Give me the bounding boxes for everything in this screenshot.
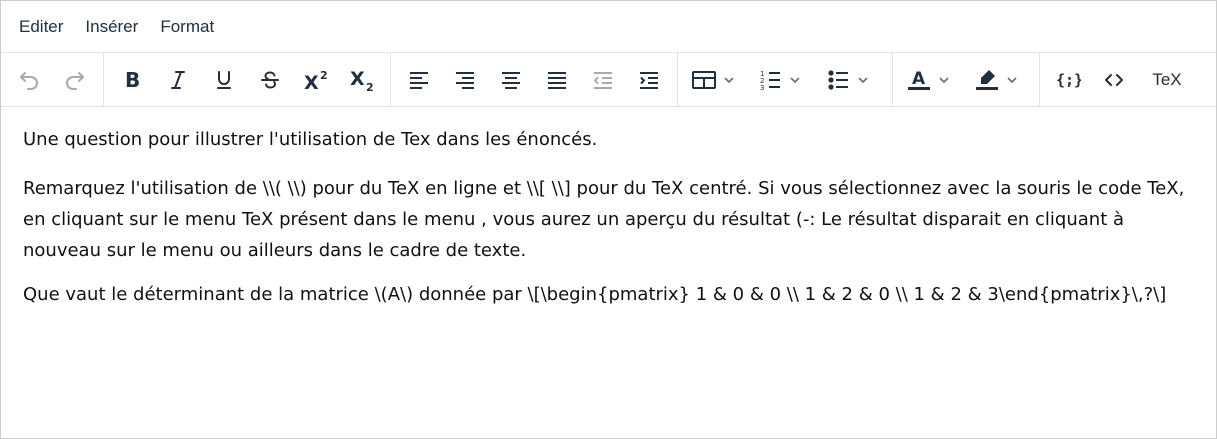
subscript-button[interactable]: X2	[341, 60, 383, 100]
text-color-button[interactable]: A	[900, 60, 964, 100]
menubar: Editer Insérer Format	[1, 1, 1216, 53]
align-justify-button[interactable]	[536, 60, 578, 100]
svg-text:A: A	[912, 69, 926, 89]
svg-text:2: 2	[366, 81, 374, 92]
bold-button[interactable]: B	[111, 60, 153, 100]
superscript-button[interactable]: X2	[295, 60, 337, 100]
editor-content[interactable]: Une question pour illustrer l'utilisatio…	[1, 107, 1216, 343]
chevron-down-icon	[939, 76, 949, 83]
menu-inserer[interactable]: Insérer	[75, 11, 148, 43]
paragraph: Que vaut le déterminant de la matrice \(…	[23, 284, 1167, 305]
history-group	[1, 53, 104, 106]
code-sample-icon: {;}	[1056, 71, 1081, 89]
undo-icon	[20, 71, 38, 90]
redo-button[interactable]	[54, 60, 96, 100]
indent-button[interactable]	[628, 60, 670, 100]
chevron-down-icon	[724, 76, 734, 83]
format-group: B X2 X2	[104, 53, 391, 106]
insert-group: 123	[678, 53, 893, 106]
highlight-button[interactable]	[968, 60, 1032, 100]
align-justify-icon	[548, 71, 566, 89]
svg-text:X: X	[350, 68, 365, 90]
svg-text:{;}: {;}	[1056, 71, 1081, 89]
align-group	[391, 53, 678, 106]
svg-text:2: 2	[320, 69, 328, 82]
paragraph: Une question pour illustrer l'utilisatio…	[23, 129, 598, 150]
bold-icon: B	[125, 68, 140, 92]
rich-text-editor: Editer Insérer Format B X 2 X 2 1 2 3 A …	[0, 0, 1217, 439]
chevron-down-icon	[858, 76, 868, 83]
chevron-down-icon	[790, 76, 800, 83]
bullet-list-button[interactable]	[821, 60, 885, 100]
table-icon	[692, 70, 716, 89]
source-code-button[interactable]	[1093, 60, 1135, 100]
outdent-icon	[594, 71, 612, 89]
code-group: {;} TeX	[1040, 53, 1202, 106]
align-left-icon	[410, 71, 428, 89]
highlight-icon	[976, 69, 998, 90]
undo-button[interactable]	[8, 60, 50, 100]
italic-icon	[171, 70, 185, 89]
align-center-icon	[502, 71, 520, 89]
chevron-down-icon	[1007, 76, 1017, 83]
table-button[interactable]	[685, 60, 749, 100]
text-color-icon: A	[908, 69, 930, 90]
underline-button[interactable]	[203, 60, 245, 100]
align-center-button[interactable]	[490, 60, 532, 100]
align-right-icon	[456, 71, 474, 89]
paragraph: Remarquez l'utilisation de \\( \\) pour …	[23, 178, 1185, 261]
source-code-icon	[1105, 73, 1123, 86]
outdent-button[interactable]	[582, 60, 624, 100]
numbered-list-icon: 123	[760, 70, 780, 92]
italic-button[interactable]	[157, 60, 199, 100]
menu-format[interactable]: Format	[150, 11, 224, 43]
tex-button[interactable]: TeX	[1139, 60, 1195, 100]
color-group: A	[893, 53, 1040, 106]
svg-text:B: B	[125, 68, 140, 92]
numbered-list-button[interactable]: 123	[753, 60, 817, 100]
underline-icon	[217, 70, 231, 89]
superscript-icon: X2	[304, 69, 328, 92]
indent-icon	[640, 71, 658, 89]
align-left-button[interactable]	[398, 60, 440, 100]
toolbar: B X2 X2 1 2 3 A {;} TeX	[1, 53, 1216, 107]
align-right-button[interactable]	[444, 60, 486, 100]
svg-text:3: 3	[760, 84, 764, 92]
redo-icon	[66, 71, 84, 90]
strikethrough-icon	[261, 70, 279, 89]
subscript-icon: X2	[350, 68, 374, 92]
strikethrough-button[interactable]	[249, 60, 291, 100]
menu-editer[interactable]: Editer	[9, 11, 73, 43]
code-sample-button[interactable]: {;}	[1047, 60, 1089, 100]
bullet-list-icon	[828, 69, 848, 90]
svg-text:X: X	[304, 72, 319, 92]
